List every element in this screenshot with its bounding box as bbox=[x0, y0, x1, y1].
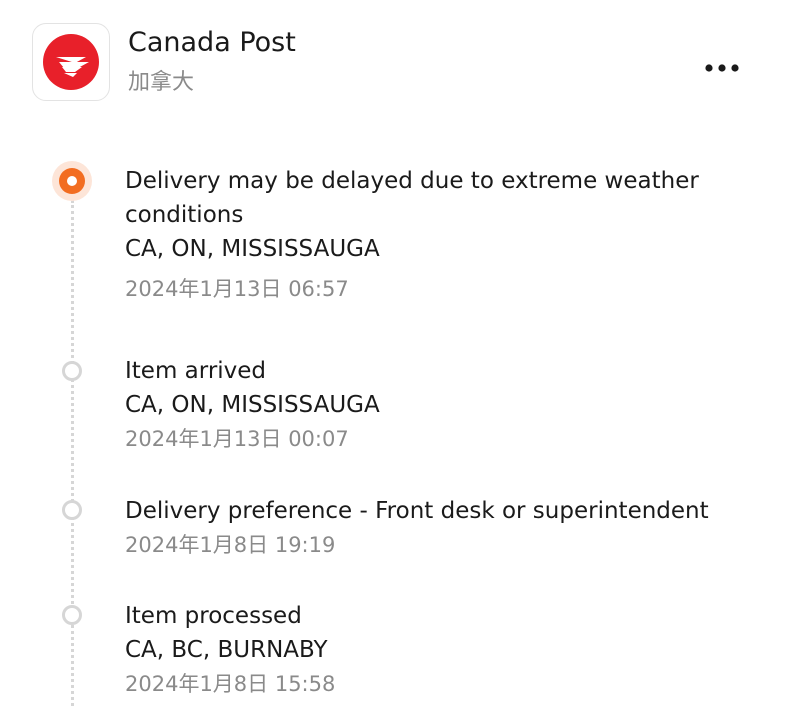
event-location: CA, BC, BURNABY bbox=[125, 637, 328, 663]
event-location: CA, ON, MISSISSAUGA bbox=[125, 392, 380, 418]
event-time: 2024年1月13日 06:57 bbox=[125, 277, 349, 301]
event-status: Delivery preference - Front desk or supe… bbox=[125, 498, 709, 524]
event-location: CA, ON, MISSISSAUGA bbox=[125, 236, 380, 262]
event-status: Delivery may be delayed due to extreme w… bbox=[125, 168, 699, 228]
event-time: 2024年1月8日 15:58 bbox=[125, 672, 336, 696]
timeline-current-dot-icon bbox=[52, 161, 92, 201]
timeline-dot-icon bbox=[62, 500, 82, 520]
tracking-timeline: Delivery may be delayed due to extreme w… bbox=[0, 0, 800, 706]
event-time: 2024年1月13日 00:07 bbox=[125, 427, 349, 451]
event-time: 2024年1月8日 19:19 bbox=[125, 533, 336, 557]
event-status: Item arrived bbox=[125, 358, 267, 384]
event-status: Item processed bbox=[125, 603, 302, 629]
timeline-rail bbox=[71, 200, 74, 706]
timeline-dot-icon bbox=[62, 361, 82, 381]
timeline-dot-icon bbox=[62, 605, 82, 625]
